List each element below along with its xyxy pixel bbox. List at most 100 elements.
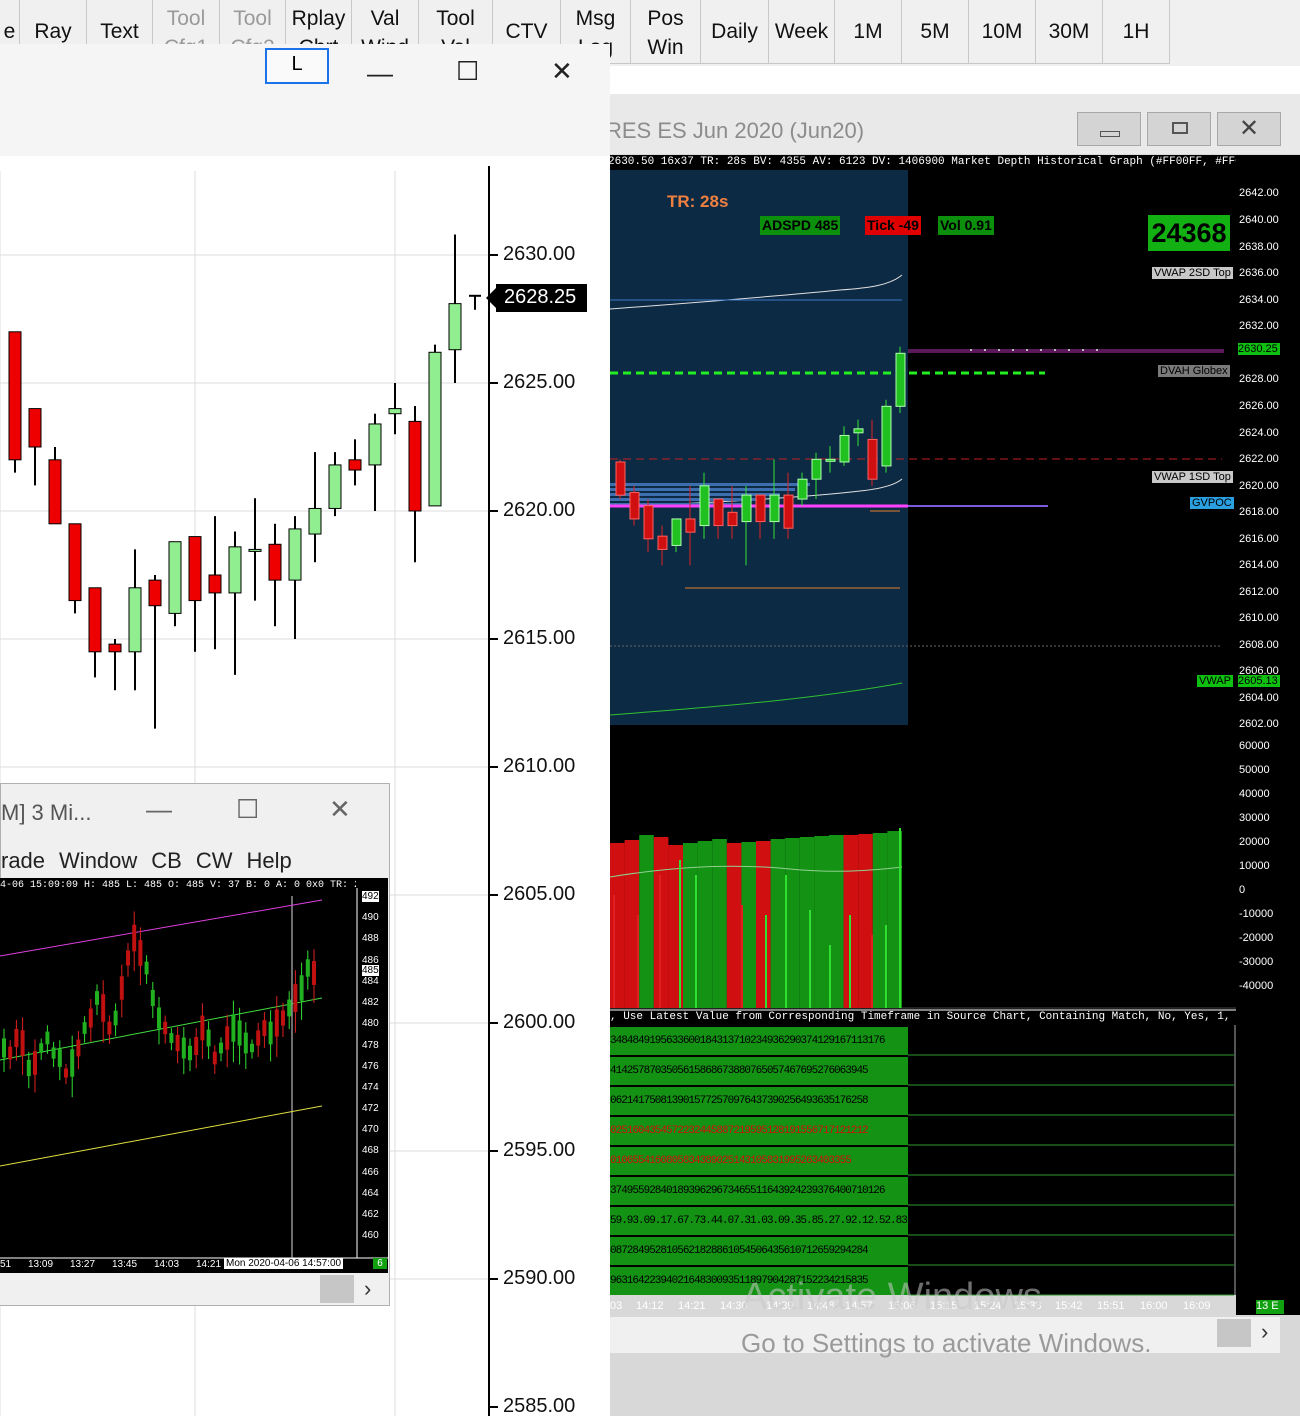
mini-menu-item[interactable]: Window: [59, 848, 137, 873]
volume-scale-label: 0: [1239, 884, 1246, 896]
toolbar-button-label: CTV: [505, 20, 548, 43]
mini-candle-body: [2, 1038, 6, 1058]
windows-watermark-title: Activate Windows: [742, 1276, 1042, 1318]
mini-y-label: 466: [362, 1167, 379, 1178]
price-scale-label: 2634.00: [1239, 294, 1279, 306]
mini-maximize-button[interactable]: ☐: [236, 794, 259, 825]
candle-body: [348, 459, 362, 471]
toolbar-button-13[interactable]: 1M: [835, 0, 902, 64]
mini-candle-body: [150, 989, 155, 1007]
scroll-right-arrow[interactable]: ›: [1261, 1319, 1268, 1345]
mini-candle-body: [169, 1033, 174, 1043]
volume-bar: [726, 843, 742, 1008]
mini-candle-body: [293, 984, 298, 1012]
mini-candle-body: [287, 999, 292, 1017]
candle-body: [699, 485, 710, 527]
right-close-button[interactable]: ✕: [1217, 112, 1281, 146]
mini-chart-drawing: [0, 888, 388, 1259]
candle-body: [388, 408, 402, 415]
candle-body: [408, 420, 422, 512]
mini-y-label: 485: [362, 965, 379, 976]
price-axis-label: 2615.00: [503, 627, 576, 649]
candle-body: [713, 498, 724, 527]
candle-body: [248, 548, 262, 552]
mini-candle-body: [262, 1020, 267, 1036]
toolbar-button-14[interactable]: 5M: [902, 0, 969, 64]
mini-menu-item[interactable]: CB: [151, 848, 182, 873]
toolbar-button-label: Rplay: [291, 7, 346, 30]
toolbar-button-16[interactable]: 30M: [1036, 0, 1103, 64]
mini-scroll-thumb[interactable]: [320, 1275, 354, 1303]
mini-menu-item[interactable]: rade: [1, 848, 45, 873]
price-scale-label: 2626.00: [1239, 400, 1279, 412]
mini-candle-body: [20, 1030, 25, 1056]
toolbar-button-17[interactable]: 1H: [1103, 0, 1170, 64]
candle-body: [368, 423, 382, 466]
mini-scroll-right-arrow[interactable]: ›: [364, 1276, 371, 1302]
mini-candle-body: [70, 1049, 75, 1077]
volume-bar: [653, 837, 669, 1008]
right-restore-button[interactable]: [1147, 112, 1211, 146]
price-scale-label: 2602.00: [1239, 718, 1279, 730]
l-button[interactable]: L: [265, 48, 329, 84]
gvpoc-label: GVPOC: [1190, 497, 1234, 509]
mini-close-button[interactable]: ✕: [329, 794, 351, 825]
candle-body: [615, 461, 626, 496]
mini-menu-item[interactable]: Help: [247, 848, 292, 873]
mini-candle-body: [188, 1045, 192, 1061]
candle-body: [839, 434, 850, 463]
left-maximize-button[interactable]: ☐: [456, 56, 479, 87]
left-close-button[interactable]: ✕: [551, 56, 573, 87]
mini-candle-body: [82, 1022, 87, 1034]
dot: [1096, 349, 1098, 351]
mini-candle-body: [101, 994, 106, 1022]
mini-candle-body: [243, 1032, 248, 1054]
scroll-thumb[interactable]: [1217, 1319, 1251, 1347]
candle-body: [428, 351, 442, 507]
price-axis-label: 2620.00: [503, 499, 576, 521]
mini-candle-body: [299, 975, 304, 1001]
volume-scale-label: 50000: [1239, 764, 1270, 776]
volume-bar: [756, 841, 771, 1008]
mini-candle-body: [8, 1046, 13, 1060]
right-window-titlebar: RES ES Jun 2020 (Jun20) ✕: [606, 94, 1300, 154]
toolbar-button-12[interactable]: Week: [769, 0, 835, 64]
mini-candle-body: [45, 1031, 50, 1045]
candle-body: [88, 587, 102, 653]
mini-menu-bar: rade Window CB CW Help: [1, 848, 306, 874]
candle-body: [268, 543, 282, 581]
price-scale-label: 2608.00: [1239, 639, 1279, 651]
mini-menu-item[interactable]: CW: [196, 848, 233, 873]
toolbar-button-11[interactable]: Daily: [701, 0, 769, 64]
left-minimize-button[interactable]: —: [367, 58, 393, 89]
toolbar-button-10[interactable]: Pos Win: [631, 0, 701, 64]
volume-scale-label: 60000: [1239, 740, 1270, 752]
grid-edge: [1234, 1025, 1236, 1295]
candle-body: [825, 458, 836, 462]
mini-x-label: 14:03: [154, 1259, 180, 1270]
left-window-titlebar: L — ☐ ✕: [0, 44, 610, 156]
right-minimize-button[interactable]: [1077, 112, 1141, 146]
toolbar-button-label: 1H: [1122, 20, 1150, 43]
session-shade: [610, 170, 908, 725]
candle-body: [769, 494, 780, 523]
mini-candle-body: [281, 1010, 285, 1026]
mini-candle-body: [138, 940, 143, 966]
toolbar-button-15[interactable]: 10M: [969, 0, 1036, 64]
time-axis-label: 14:12: [636, 1300, 664, 1312]
candle-body: [657, 535, 668, 550]
price-scale-label: 2610.00: [1239, 612, 1279, 624]
candle-body: [448, 303, 462, 351]
current-price-tag: 2630.25: [1238, 343, 1280, 355]
volume-bar: [770, 839, 786, 1008]
mini-y-label: 468: [362, 1145, 379, 1156]
dot: [1012, 349, 1014, 351]
mini-scrollbar[interactable]: ›: [0, 1273, 388, 1305]
price-axis-label: 2625.00: [503, 371, 576, 393]
study-line: , Use Latest Value from Corresponding Ti…: [610, 1011, 1236, 1025]
price-scale-label: 2638.00: [1239, 241, 1279, 253]
candle-body: [8, 331, 22, 461]
toolbar-button-label: Tool: [436, 7, 475, 30]
data-grid-row: 3484849195633600184313710234936290374129…: [610, 1027, 908, 1055]
mini-minimize-button[interactable]: —: [146, 794, 172, 825]
